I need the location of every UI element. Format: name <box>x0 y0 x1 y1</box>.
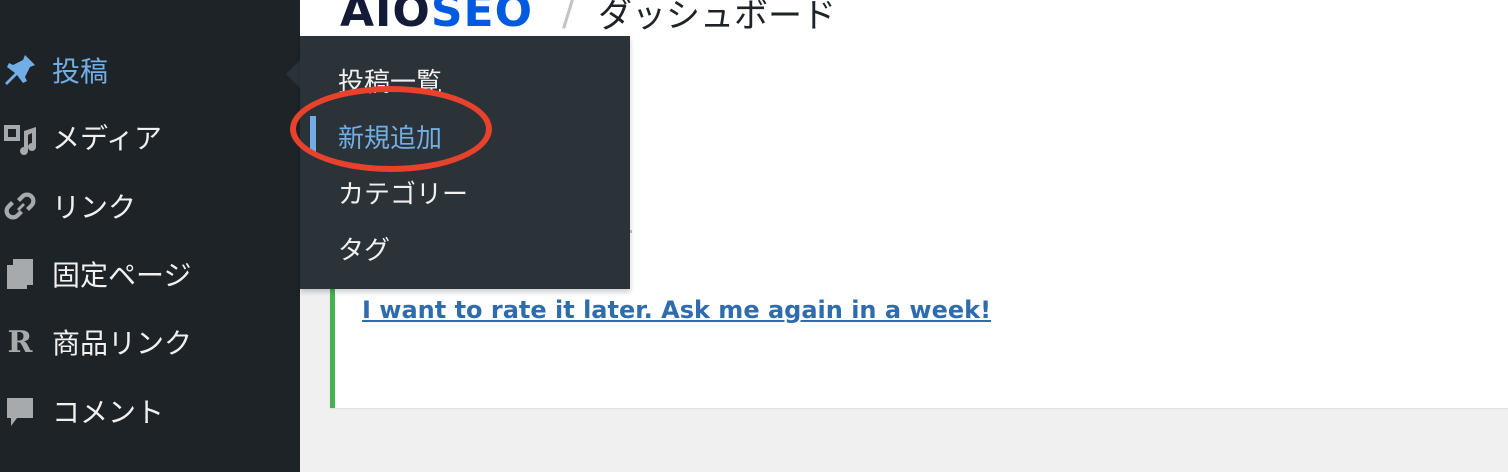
sidebar-item-label: 固定ページ <box>52 259 192 292</box>
sidebar-item-posts[interactable]: 投稿 <box>0 40 300 100</box>
sidebar-item-label: コメント <box>52 396 165 429</box>
sidebar-item-links[interactable]: リンク <box>0 176 300 236</box>
sidebar-item-label: 商品リンク <box>52 327 193 360</box>
aioseo-logo[interactable]: AIOSEO <box>340 0 533 37</box>
sidebar-item-label: リンク <box>52 191 137 224</box>
media-icon <box>0 117 40 157</box>
breadcrumb-separator: / <box>562 0 575 34</box>
logo-seo-text: SEO <box>430 0 533 37</box>
pin-icon <box>0 50 40 90</box>
admin-sidebar: 投稿 メディア リンク 固定ページ R 商品リンク コメント <box>0 0 300 472</box>
comment-icon <box>0 391 40 431</box>
flyout-pointer <box>286 60 300 88</box>
logo-aio-text: AIO <box>340 0 431 37</box>
link-icon <box>0 186 40 226</box>
sidebar-item-label: 投稿 <box>52 55 109 88</box>
sidebar-item-label: メディア <box>52 122 163 155</box>
page-title: ダッシュボード <box>598 0 836 36</box>
submenu-item-categories[interactable]: カテゴリー <box>338 174 468 211</box>
submenu-item-tags[interactable]: タグ <box>338 230 390 267</box>
pages-icon <box>0 254 40 294</box>
sidebar-item-pages[interactable]: 固定ページ <box>0 244 300 304</box>
sidebar-item-comments[interactable]: コメント <box>0 381 300 441</box>
sidebar-item-media[interactable]: メディア <box>0 107 300 167</box>
rinker-r-icon: R <box>7 324 33 360</box>
rate-later-link[interactable]: I want to rate it later. Ask me again in… <box>362 296 991 324</box>
red-highlight-ring <box>290 86 492 172</box>
sidebar-item-product-links[interactable]: R 商品リンク <box>0 312 300 372</box>
